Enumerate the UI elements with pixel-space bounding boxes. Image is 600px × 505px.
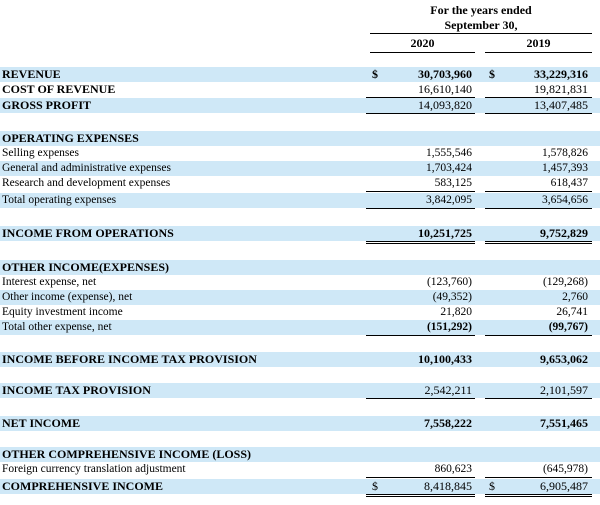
- row-equity-investment-income: Equity investment income 21,820 26,741: [0, 305, 600, 321]
- row-total-other-expense: Total other expense, net (151,292) (99,7…: [0, 320, 600, 336]
- row-income-from-operations: INCOME FROM OPERATIONS 10,251,725 9,752,…: [0, 226, 600, 244]
- value-2019: (129,268): [542, 276, 588, 288]
- value-2020: 10,251,725: [418, 226, 472, 240]
- section-label: OTHER INCOME(EXPENSES): [2, 260, 170, 274]
- value-2019: (645,978): [542, 463, 588, 475]
- value-2019: 2,760: [562, 291, 588, 303]
- value-2020: (151,292): [426, 321, 472, 333]
- row-label: Foreign currency translation adjustment: [2, 463, 186, 475]
- row-income-tax-provision: INCOME TAX PROVISION 2,542,211 2,101,597: [0, 383, 600, 399]
- row-net-income: NET INCOME 7,558,222 7,551,465: [0, 416, 600, 431]
- value-2019: 1,457,393: [542, 162, 588, 174]
- year-2019-header: 2019: [526, 36, 551, 50]
- row-label: INCOME FROM OPERATIONS: [2, 226, 174, 240]
- value-2019: 13,407,485: [534, 98, 588, 112]
- value-2020: 583,125: [434, 177, 472, 189]
- row-label: Interest expense, net: [2, 276, 97, 288]
- value-2020: 3,842,095: [426, 194, 472, 206]
- value-2019: 9,653,062: [540, 352, 588, 366]
- value-2019: 26,741: [556, 306, 588, 318]
- value-2020: 2,542,211: [424, 383, 472, 397]
- row-revenue: REVENUE $ 30,703,960 $ 33,229,316: [0, 67, 600, 82]
- row-label: INCOME TAX PROVISION: [2, 383, 151, 397]
- row-label: Research and development expenses: [2, 177, 171, 189]
- row-label: COMPREHENSIVE INCOME: [2, 479, 164, 493]
- year-2019-rule: [485, 52, 592, 53]
- value-2019: 1,578,826: [542, 147, 588, 159]
- value-2020: (123,760): [426, 276, 472, 288]
- section-label: OTHER COMPREHENSIVE INCOME (LOSS): [2, 447, 252, 461]
- value-2020: 10,100,433: [418, 352, 472, 366]
- value-2019: 6,905,487: [540, 479, 588, 493]
- row-general-admin-expenses: General and administrative expenses 1,70…: [0, 161, 600, 176]
- row-operating-expenses-header: OPERATING EXPENSES: [0, 131, 600, 146]
- row-fx-translation: Foreign currency translation adjustment …: [0, 462, 600, 478]
- period-line-2: September 30,: [444, 18, 518, 32]
- row-label: NET INCOME: [2, 416, 81, 430]
- row-comprehensive-income: COMPREHENSIVE INCOME $ 8,418,845 $ 6,905…: [0, 479, 600, 497]
- period-line-1: For the years ended: [430, 3, 532, 17]
- value-2019: 7,551,465: [540, 416, 588, 430]
- row-label: Equity investment income: [2, 306, 123, 318]
- value-2019: (99,767): [548, 321, 588, 333]
- row-other-income-net: Other income (expense), net (49,352) 2,7…: [0, 290, 600, 305]
- currency-symbol: $: [489, 67, 495, 81]
- row-other-income-header: OTHER INCOME(EXPENSES): [0, 260, 600, 275]
- value-2020: 8,418,845: [424, 479, 472, 493]
- value-2019: 9,752,829: [540, 226, 588, 240]
- value-2020: 7,558,222: [424, 416, 472, 430]
- row-selling-expenses: Selling expenses 1,555,546 1,578,826: [0, 146, 600, 161]
- row-label: GROSS PROFIT: [2, 98, 92, 112]
- row-label: Total other expense, net: [2, 321, 112, 333]
- row-total-operating-expenses: Total operating expenses 3,842,095 3,654…: [0, 193, 600, 209]
- row-label: Other income (expense), net: [2, 291, 133, 303]
- currency-symbol: $: [372, 479, 378, 493]
- value-2019: 3,654,656: [542, 194, 588, 206]
- row-cost-of-revenue: COST OF REVENUE 16,610,140 19,821,831: [0, 82, 600, 98]
- row-oci-header: OTHER COMPREHENSIVE INCOME (LOSS): [0, 447, 600, 462]
- year-2020-rule: [370, 52, 475, 53]
- row-label: Selling expenses: [2, 147, 79, 159]
- value-2020: 21,820: [440, 306, 472, 318]
- row-research-expenses: Research and development expenses 583,12…: [0, 176, 600, 192]
- value-2020: 860,623: [434, 463, 472, 475]
- value-2019: 33,229,316: [534, 67, 588, 81]
- value-2020: 1,703,424: [426, 162, 472, 174]
- value-2020: 1,555,546: [426, 147, 472, 159]
- value-2020: 16,610,140: [418, 82, 472, 96]
- row-label: INCOME BEFORE INCOME TAX PROVISION: [2, 352, 257, 366]
- row-label: COST OF REVENUE: [2, 82, 116, 96]
- section-label: OPERATING EXPENSES: [2, 131, 139, 145]
- value-2020: 14,093,820: [418, 98, 472, 112]
- row-label: General and administrative expenses: [2, 162, 171, 174]
- period-rule: [370, 33, 592, 34]
- currency-symbol: $: [489, 479, 495, 493]
- row-interest-expense: Interest expense, net (123,760) (129,268…: [0, 275, 600, 290]
- value-2020: 30,703,960: [418, 67, 472, 81]
- row-income-before-tax: INCOME BEFORE INCOME TAX PROVISION 10,10…: [0, 352, 600, 367]
- value-2019: 2,101,597: [540, 383, 588, 397]
- year-2020-header: 2020: [410, 36, 435, 50]
- row-gross-profit: GROSS PROFIT 14,093,820 13,407,485: [0, 98, 600, 114]
- value-2019: 19,821,831: [534, 82, 588, 96]
- row-label: REVENUE: [2, 67, 61, 81]
- currency-symbol: $: [372, 67, 378, 81]
- value-2020: (49,352): [432, 291, 472, 303]
- row-label: Total operating expenses: [2, 194, 117, 206]
- value-2019: 618,437: [550, 177, 588, 189]
